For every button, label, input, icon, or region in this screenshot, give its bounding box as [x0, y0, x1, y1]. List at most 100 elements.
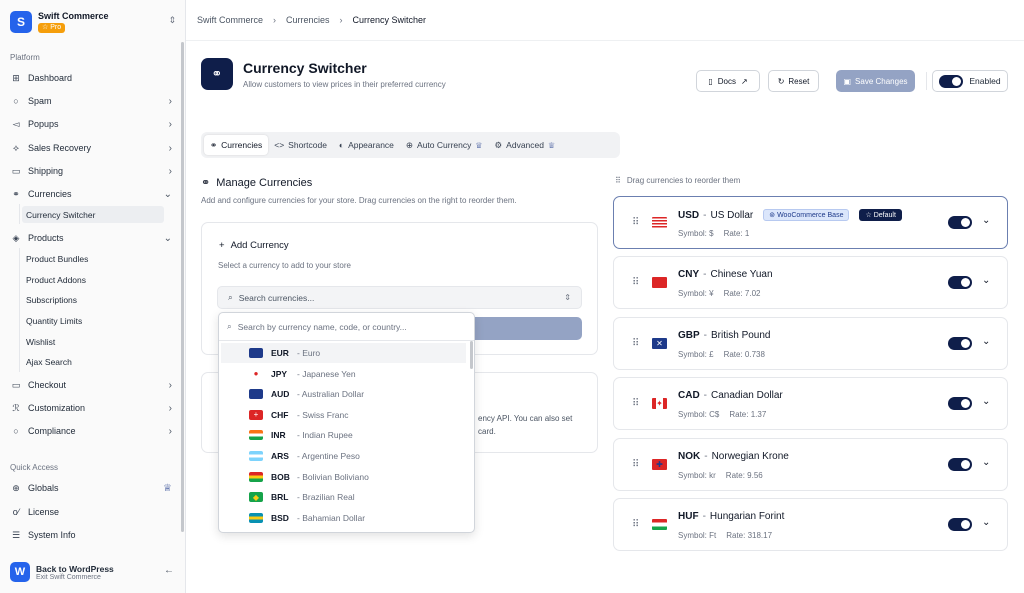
sidebar-item-label: Dashboard [28, 73, 73, 83]
sidebar-item-currencies[interactable]: ⚭ Currencies ⌄ [8, 185, 178, 203]
chevron-down-icon[interactable]: ⌄ [982, 517, 990, 528]
currency-card-cny[interactable]: ⠿ CNY - Chinese Yuan Symbol: ¥ Rate: 7.02 ⌄ [613, 256, 1008, 310]
currency-card-usd[interactable]: ⠿ USD - US Dollar ⊚ WooCommerce Base ☆ Defaul… [613, 196, 1008, 249]
page-title: Currency Switcher [243, 60, 367, 76]
add-currency-button[interactable] [470, 317, 582, 340]
sidebar-item-customization[interactable]: ℛ Customization › [8, 399, 178, 417]
currency-name: US Dollar [710, 209, 754, 221]
sidebar-item-products[interactable]: ◈ Products ⌄ [8, 229, 178, 247]
chevron-right-icon: › [339, 15, 343, 25]
currency-option-bsd[interactable]: BSD - Bahamian Dollar [221, 508, 466, 528]
tab-label: Advanced [506, 140, 544, 150]
currency-option-aud[interactable]: AUD - Australian Dollar [221, 384, 466, 404]
sidebar-item-sales-recovery[interactable]: ⟡ Sales Recovery › [8, 139, 178, 157]
sidebar-sub-wishlist[interactable]: Wishlist [22, 333, 164, 350]
sidebar-item-spam[interactable]: ○ Spam › [8, 92, 178, 110]
currency-option-jpy[interactable]: ● JPY - Japanese Yen [221, 364, 466, 384]
breadcrumb-swift-commerce[interactable]: Swift Commerce [197, 15, 263, 25]
currency-heading: USD - US Dollar ⊚ WooCommerce Base ☆ Default [678, 209, 902, 221]
currency-card-cad[interactable]: ⠿ ✦ CAD - Canadian Dollar Symbol: C$ Rate: 1.3… [613, 377, 1008, 431]
flag-au-icon [249, 389, 263, 400]
search-icon: ⌕ [227, 321, 232, 331]
drag-handle-icon[interactable]: ⠿ [632, 398, 639, 409]
currency-card-huf[interactable]: ⠿ HUF - Hungarian Forint Symbol: Ft Rate: 318… [613, 498, 1008, 551]
drag-handle-icon[interactable]: ⠿ [632, 459, 639, 470]
megaphone-icon: ◅ [12, 118, 20, 129]
currency-details: Symbol: ¥ Rate: 7.02 [678, 289, 761, 298]
currency-code: INR [271, 430, 286, 441]
sidebar-item-popups[interactable]: ◅ Popups › [8, 115, 178, 133]
breadcrumb-current: Currency Switcher [352, 15, 427, 25]
dropdown-search-input[interactable]: ⌕ Search by currency name, code, or coun… [219, 313, 474, 341]
sidebar-sub-currency-switcher[interactable]: Currency Switcher [22, 206, 164, 223]
sidebar-item-shipping[interactable]: ▭ Shipping › [8, 162, 178, 180]
drag-handle-icon[interactable]: ⠿ [632, 519, 639, 530]
dashboard-icon: ⊞ [12, 72, 20, 83]
toggle-switch[interactable] [939, 74, 964, 88]
currency-card-nok[interactable]: ⠿ ✚ NOK - Norwegian Krone Symbol: kr Rate: 9.5… [613, 437, 1008, 491]
drag-handle-icon[interactable]: ⠿ [632, 277, 639, 288]
sidebar-item-dashboard[interactable]: ⊞ Dashboard [8, 69, 178, 87]
tab-shortcode[interactable]: <> Shortcode [268, 135, 333, 155]
drag-handle-icon[interactable]: ⠿ [632, 338, 639, 349]
currency-enabled-toggle[interactable] [948, 276, 972, 290]
save-changes-button[interactable]: ▣ Save Changes [836, 70, 915, 92]
drag-handle-icon[interactable]: ⠿ [632, 217, 639, 228]
submenu-rail [19, 204, 20, 224]
docs-button[interactable]: ▯ Docs ↗ [696, 70, 760, 92]
sidebar-sub-subscriptions[interactable]: Subscriptions [22, 291, 164, 308]
add-title-text: Add Currency [230, 240, 289, 251]
currency-option-ars[interactable]: ARS - Argentine Peso [221, 446, 466, 466]
sidebar-item-compliance[interactable]: ○ Compliance › [8, 422, 178, 440]
tab-advanced[interactable]: ⚙ Advanced ♕ [489, 135, 562, 155]
drag-hint: ⠿ Drag currencies to reorder them [615, 176, 740, 185]
tab-currencies[interactable]: ⚭ Currencies [204, 135, 269, 155]
sidebar-item-checkout[interactable]: ▭ Checkout › [8, 376, 178, 394]
breadcrumb-currencies[interactable]: Currencies [286, 15, 330, 25]
coins-icon: ⚭ [201, 58, 233, 90]
currency-code: CAD [678, 390, 700, 402]
dropdown-scrollbar[interactable] [470, 341, 473, 369]
currency-heading: NOK - Norwegian Krone [678, 451, 789, 462]
currency-symbol: Symbol: ¥ [678, 289, 714, 299]
enabled-toggle[interactable]: Enabled [932, 70, 1008, 92]
tab-appearance[interactable]: ◐ Appearance [333, 135, 400, 155]
currency-option-brl[interactable]: ◆ BRL - Brazilian Real [221, 487, 466, 507]
currency-name: British Pound [711, 329, 771, 341]
currency-name: - Swiss Franc [297, 409, 349, 420]
currency-code: CHF [271, 409, 289, 420]
chevron-down-icon[interactable]: ⌄ [982, 396, 990, 407]
currency-option-eur[interactable]: EUR - Euro [221, 343, 466, 363]
reset-button[interactable]: ↻ Reset [768, 70, 819, 92]
chevron-down-icon[interactable]: ⌄ [982, 275, 990, 286]
sidebar-item-system-info[interactable]: ☰ System Info [8, 526, 178, 544]
sidebar-sub-product-bundles[interactable]: Product Bundles [22, 250, 164, 267]
currency-option-bob[interactable]: BOB - Bolivian Boliviano [221, 467, 466, 487]
currency-symbol: Symbol: Ft [678, 531, 717, 540]
chevron-down-icon[interactable]: ⌄ [982, 336, 990, 347]
sidebar-sub-ajax-search[interactable]: Ajax Search [22, 353, 164, 370]
currency-enabled-toggle[interactable] [948, 216, 972, 229]
sidebar-item-license[interactable]: o⁄ License [8, 503, 178, 521]
currency-enabled-toggle[interactable] [948, 457, 972, 471]
currency-enabled-toggle[interactable] [948, 397, 972, 411]
currency-enabled-toggle[interactable] [948, 336, 972, 350]
sidebar-item-globals[interactable]: ⊕ Globals ♕ [8, 479, 178, 497]
currency-enabled-toggle[interactable] [948, 518, 972, 531]
sidebar-sub-product-addons[interactable]: Product Addons [22, 271, 164, 288]
currency-details: Symbol: Ft Rate: 318.17 [678, 531, 772, 540]
tab-auto-currency[interactable]: ⊕ Auto Currency ♕ [400, 135, 489, 155]
sidebar-sub-quantity-limits[interactable]: Quantity Limits [22, 312, 164, 329]
sidebar-scrollbar[interactable] [181, 42, 184, 532]
chevron-down-icon[interactable]: ⌄ [982, 215, 990, 226]
currency-search-combobox[interactable]: ⌕ Search currencies... ⇕ [217, 286, 582, 309]
brand-switcher[interactable]: S Swift Commerce ☆ Pro ⇕ [10, 9, 180, 35]
flag-br-icon: ◆ [249, 492, 263, 503]
currency-option-chf[interactable]: + CHF - Swiss Franc [221, 405, 466, 425]
chevron-down-icon[interactable]: ⌄ [982, 457, 990, 468]
currency-code: BRL [271, 492, 289, 503]
package-icon: ◈ [12, 232, 20, 243]
currency-option-inr[interactable]: INR - Indian Rupee [221, 425, 466, 445]
back-to-wordpress[interactable]: W Back to WordPress Exit Swift Commerce … [10, 560, 180, 584]
currency-card-gbp[interactable]: ⠿ ✕ GBP - British Pound Symbol: £ Rate: 0.738 ⌄ [613, 316, 1008, 370]
